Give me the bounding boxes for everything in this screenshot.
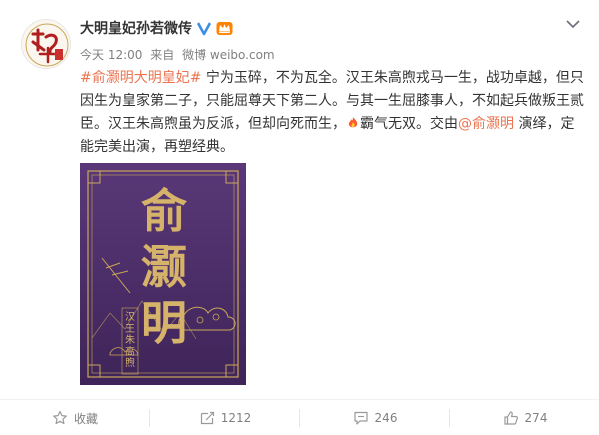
star-icon (53, 410, 67, 425)
poster-title-char-2: 灏 (141, 240, 187, 294)
post-text-2: 霸气无双。交由 (360, 116, 458, 132)
repost-count: 1212 (220, 411, 252, 425)
fire-emoji-icon (348, 117, 358, 128)
hashtag-link[interactable]: #俞灏明大明皇妃# (80, 70, 201, 86)
comment-button[interactable]: 246 (300, 400, 450, 435)
verified-icon[interactable] (196, 20, 212, 36)
poster-image[interactable]: 俞 灏 明 汉王朱高煦 (80, 163, 246, 385)
member-crown-icon[interactable] (216, 20, 233, 36)
action-bar: 收藏 1212 246 274 (0, 399, 599, 435)
source-prefix: 来自 (150, 48, 175, 62)
chevron-down-icon[interactable] (565, 18, 581, 30)
author-name[interactable]: 大明皇妃孙若微传 (80, 20, 192, 38)
comment-icon (353, 411, 368, 425)
post-content: #俞灏明大明皇妃# 宁为玉碎，不为瓦全。汉王朱高煦戎马一生，战功卓越，但只因生为… (80, 67, 585, 159)
poster-subtitle: 汉王朱高煦 (125, 312, 135, 369)
post-time[interactable]: 今天 12:00 (80, 48, 142, 62)
avatar[interactable] (21, 19, 71, 69)
poster-title: 俞 灏 明 (124, 183, 204, 351)
weibo-post-card: 大明皇妃孙若微传 今天 12:00 来自 微博 weibo.com #俞灏明大明… (0, 0, 599, 435)
like-button[interactable]: 274 (450, 400, 599, 435)
post-source[interactable]: 微博 weibo.com (182, 48, 275, 62)
post-meta: 今天 12:00 来自 微博 weibo.com (80, 47, 279, 63)
mention-link[interactable]: @俞灏明 (458, 116, 514, 132)
poster-title-char-1: 俞 (141, 184, 187, 238)
poster-title-char-3: 明 (141, 296, 187, 350)
repost-icon (200, 411, 214, 425)
favorite-label: 收藏 (73, 411, 98, 426)
favorite-button[interactable]: 收藏 (0, 400, 150, 435)
like-count: 274 (524, 411, 548, 425)
repost-button[interactable]: 1212 (150, 400, 300, 435)
thumbs-up-icon (503, 411, 518, 425)
comment-count: 246 (374, 411, 398, 425)
